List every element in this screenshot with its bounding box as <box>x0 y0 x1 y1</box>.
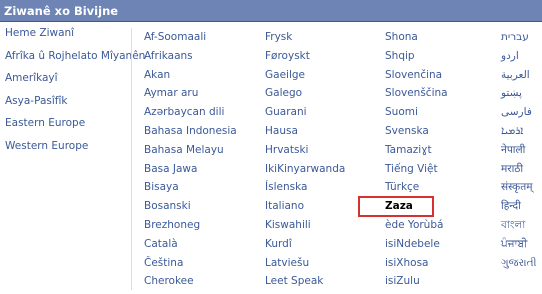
language-link[interactable]: Slovenčina <box>385 69 448 88</box>
language-link[interactable]: Aymar aru <box>144 87 237 106</box>
language-link[interactable]: Slovenščina <box>385 87 448 106</box>
vertical-divider <box>131 28 132 290</box>
language-link[interactable]: Shqip <box>385 50 448 69</box>
language-link[interactable]: ਪੰਜਾਬੀ <box>501 238 537 257</box>
language-link[interactable]: ède Yorùbá <box>385 219 448 238</box>
language-link[interactable]: isiXhosa <box>385 257 448 276</box>
region-item-americas[interactable]: Amerîkayî <box>5 70 130 93</box>
language-column-1: Af-Soomaali Afrikaans Akan Aymar aru Azə… <box>144 31 237 294</box>
language-link[interactable]: اردو <box>501 50 537 69</box>
region-item-western-europe[interactable]: Western Europe <box>5 138 130 161</box>
language-link[interactable]: हिन्दी <box>501 200 537 219</box>
language-link[interactable]: नेपाली <box>501 144 537 163</box>
language-link[interactable]: Bahasa Indonesia <box>144 125 237 144</box>
language-link[interactable]: संस्कृतम् <box>501 181 537 200</box>
language-link[interactable]: Guarani <box>265 106 345 125</box>
region-item-all[interactable]: Heme Ziwanî <box>5 25 130 48</box>
language-link[interactable]: मराठी <box>501 163 537 182</box>
language-link[interactable]: Akan <box>144 69 237 88</box>
language-link[interactable]: Galego <box>265 87 345 106</box>
language-link[interactable]: Hrvatski <box>265 144 345 163</box>
dialog-header: Ziwanê xo Bivijne <box>0 0 542 22</box>
language-column-4: עברית اردو العربية پښتو فارسی ܐܪܡܝܐ नेपा… <box>501 31 537 275</box>
language-link[interactable]: Kurdî <box>265 238 345 257</box>
language-link[interactable]: isiNdebele <box>385 238 448 257</box>
language-link[interactable]: Bisaya <box>144 181 237 200</box>
language-link[interactable]: Latviešu <box>265 257 345 276</box>
language-link[interactable]: Afrikaans <box>144 50 237 69</box>
language-link[interactable]: Føroyskt <box>265 50 345 69</box>
language-link[interactable]: Tiếng Việt <box>385 163 448 182</box>
language-link[interactable]: Kiswahili <box>265 219 345 238</box>
language-link[interactable]: IkiKinyarwanda <box>265 163 345 182</box>
language-link[interactable]: العربية <box>501 69 537 88</box>
language-link[interactable]: Brezhoneg <box>144 219 237 238</box>
language-link-hovered[interactable]: Türkçe <box>385 181 448 200</box>
language-link[interactable]: Suomi <box>385 106 448 125</box>
region-list: Heme Ziwanî Afrîka û Rojhelato Mîyanên A… <box>5 25 145 161</box>
language-link[interactable]: עברית <box>501 31 537 50</box>
language-link[interactable]: Svenska <box>385 125 448 144</box>
language-link[interactable]: پښتو <box>501 87 537 106</box>
language-link[interactable]: Frysk <box>265 31 345 50</box>
language-link[interactable]: Tamaziɣt <box>385 144 448 163</box>
language-column-2: Frysk Føroyskt Gaeilge Galego Guarani Ha… <box>265 31 345 294</box>
language-link[interactable]: Italiano <box>265 200 345 219</box>
region-item-eastern-europe[interactable]: Eastern Europe <box>5 115 130 138</box>
language-column-3: Shona Shqip Slovenčina Slovenščina Suomi… <box>385 31 448 294</box>
language-link[interactable]: Bosanski <box>144 200 237 219</box>
language-link[interactable]: Af-Soomaali <box>144 31 237 50</box>
language-link[interactable]: Leet Speak <box>265 275 345 294</box>
language-link[interactable]: فارسی <box>501 106 537 125</box>
language-link-selected[interactable]: Zaza <box>385 200 448 219</box>
language-link[interactable]: Azərbaycan dili <box>144 106 237 125</box>
language-link[interactable]: ܐܪܡܝܐ <box>501 125 537 144</box>
language-link[interactable]: Čeština <box>144 257 237 276</box>
language-link[interactable]: Shona <box>385 31 448 50</box>
language-link[interactable]: Cherokee <box>144 275 237 294</box>
language-link[interactable]: বাংলা <box>501 219 537 238</box>
language-link[interactable]: Íslenska <box>265 181 345 200</box>
language-link[interactable]: ગુજરાતી <box>501 257 537 276</box>
hovered-language-label: Türkçe <box>385 181 420 194</box>
language-link[interactable]: isiZulu <box>385 275 448 294</box>
dialog-title: Ziwanê xo Bivijne <box>4 4 119 18</box>
language-link[interactable]: Basa Jawa <box>144 163 237 182</box>
region-item-africa-middle-east[interactable]: Afrîka û Rojhelato Mîyanên <box>5 48 145 71</box>
language-link[interactable]: Hausa <box>265 125 345 144</box>
language-link[interactable]: Català <box>144 238 237 257</box>
language-link[interactable]: Bahasa Melayu <box>144 144 237 163</box>
region-item-asia-pacific[interactable]: Asya-Pasîfîk <box>5 93 130 116</box>
language-link[interactable]: Gaeilge <box>265 69 345 88</box>
